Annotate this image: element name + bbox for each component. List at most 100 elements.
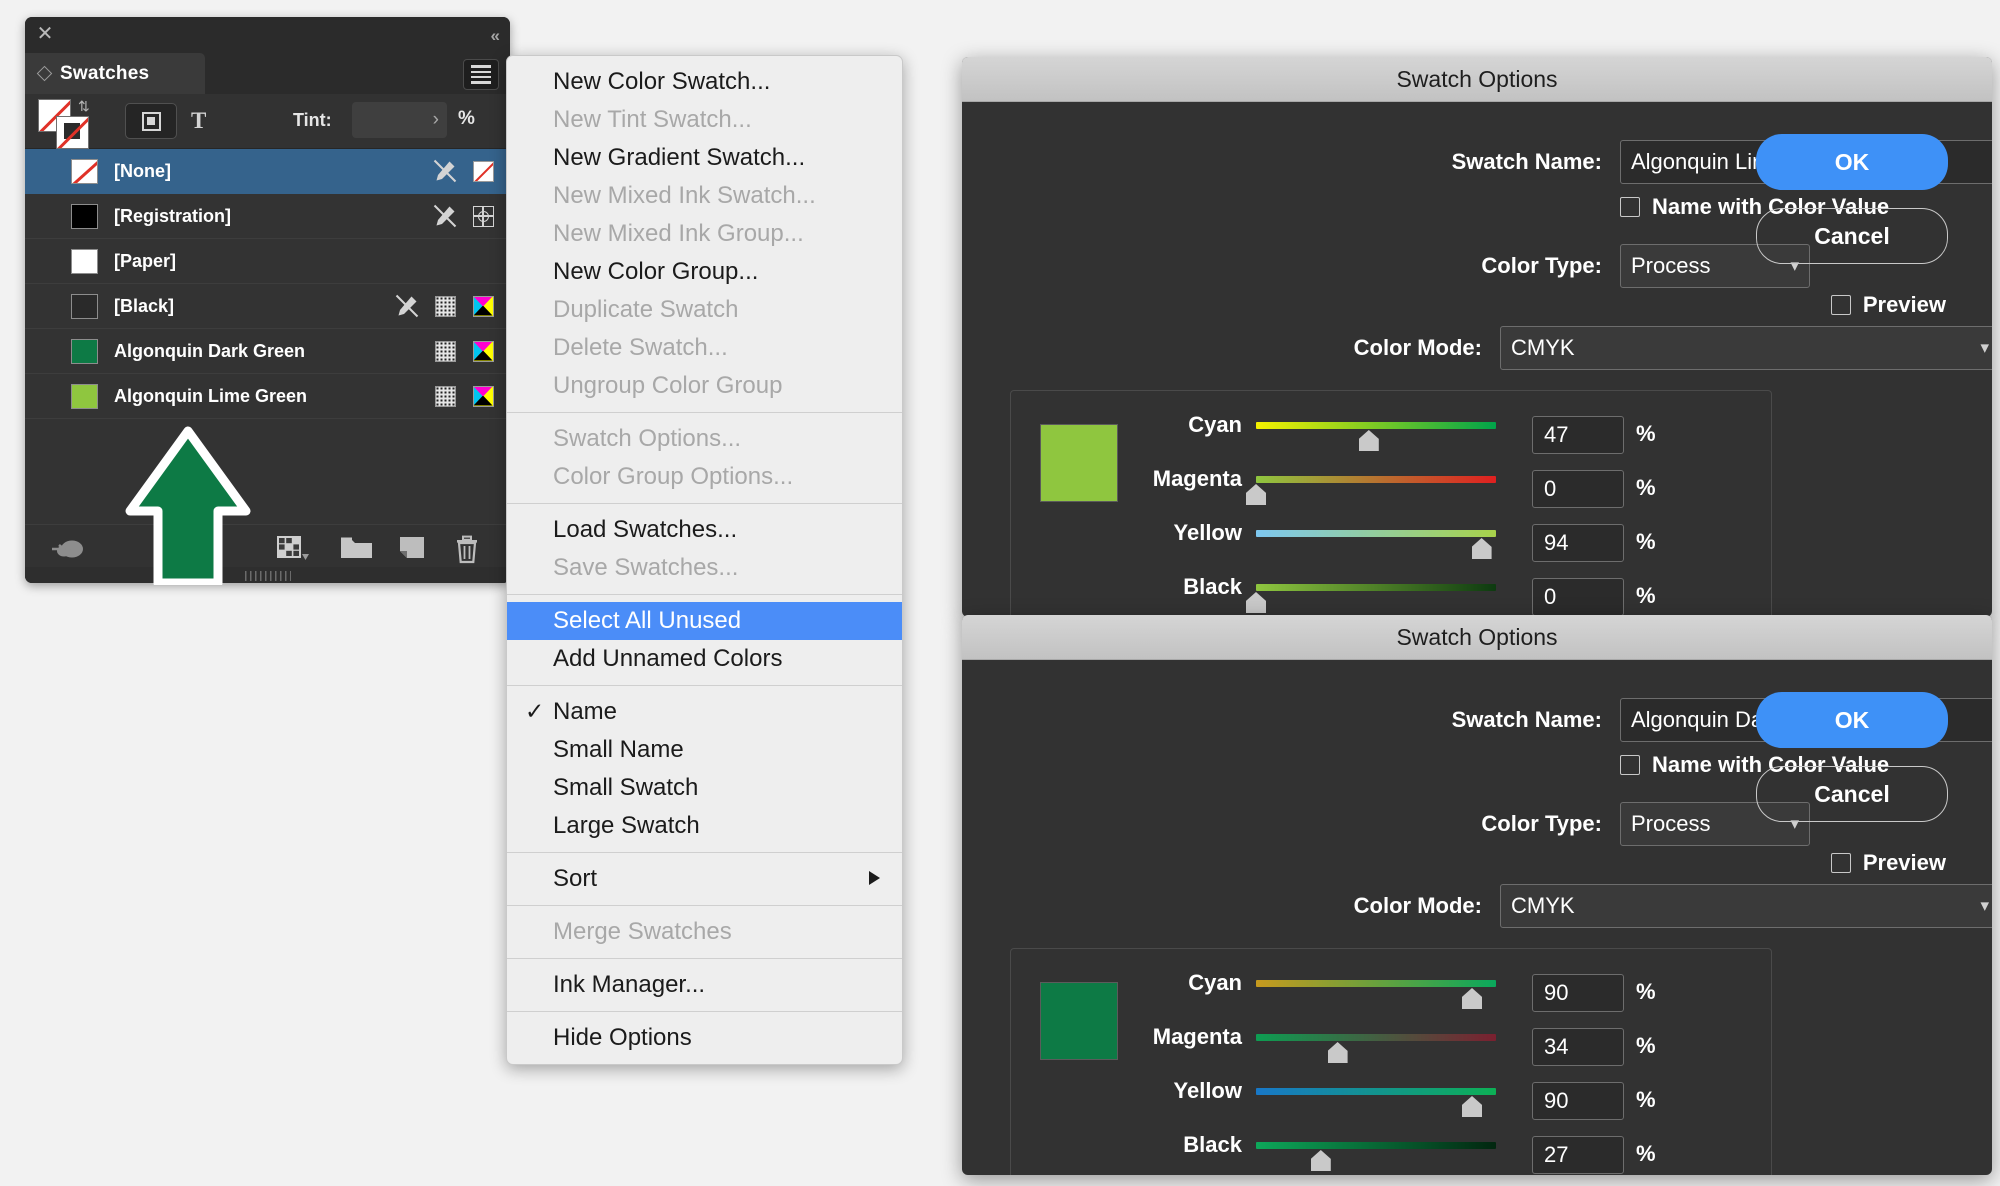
menu-item-large-swatch[interactable]: Large Swatch xyxy=(507,807,902,845)
menu-item-add-unnamed-colors[interactable]: Add Unnamed Colors xyxy=(507,640,902,678)
menu-item-new-gradient-swatch[interactable]: New Gradient Swatch... xyxy=(507,139,902,177)
name-with-color-value-checkbox[interactable] xyxy=(1620,197,1640,217)
slider-track[interactable] xyxy=(1256,530,1496,537)
preview-label: Preview xyxy=(1862,292,1946,317)
panel-title: Swatches xyxy=(60,62,150,84)
color-type-value: Process xyxy=(1631,253,1711,278)
tint-input[interactable]: › xyxy=(352,102,447,138)
swap-fill-stroke-icon[interactable]: ⇅ xyxy=(78,99,90,113)
slider-thumb[interactable] xyxy=(1310,1150,1331,1171)
swatch-color-chip[interactable] xyxy=(71,158,98,184)
menu-item-small-swatch[interactable]: Small Swatch xyxy=(507,769,902,807)
channel-value-input[interactable]: 90 xyxy=(1532,1082,1624,1120)
slider-track[interactable] xyxy=(1256,980,1496,987)
color-channel-row: Yellow 94 % xyxy=(1092,520,1656,564)
slider-track[interactable] xyxy=(1256,476,1496,483)
menu-item-ink-manager[interactable]: Ink Manager... xyxy=(507,966,902,1004)
channel-value-input[interactable]: 27 xyxy=(1532,1136,1624,1174)
channel-slider[interactable] xyxy=(1256,530,1496,559)
panel-resize-scrollbar[interactable] xyxy=(25,567,510,583)
menu-item-small-name[interactable]: Small Name xyxy=(507,731,902,769)
slider-track[interactable] xyxy=(1256,1142,1496,1149)
menu-item-new-color-group[interactable]: New Color Group... xyxy=(507,253,902,291)
show-swatch-kinds-button[interactable] xyxy=(276,535,310,565)
preview-checkbox[interactable] xyxy=(1830,295,1851,315)
slider-thumb[interactable] xyxy=(1246,484,1266,505)
no-edit-pen-icon xyxy=(388,284,426,328)
formatting-affects-container-icon[interactable] xyxy=(125,103,177,139)
menu-item-label: Add Unnamed Colors xyxy=(553,645,783,672)
swatch-row[interactable]: [Black] xyxy=(25,284,510,329)
formatting-affects-text-icon[interactable]: T xyxy=(191,108,206,134)
delete-swatch-button[interactable] xyxy=(453,535,481,565)
slider-track[interactable] xyxy=(1256,422,1496,429)
color-mode-select[interactable]: CMYK ▾ xyxy=(1500,326,1992,370)
tab-swatches[interactable]: Swatches xyxy=(25,53,205,94)
slider-track[interactable] xyxy=(1256,1034,1496,1041)
preview-checkbox[interactable] xyxy=(1830,853,1851,873)
channel-slider[interactable] xyxy=(1256,1088,1496,1117)
color-mode-select[interactable]: CMYK ▾ xyxy=(1500,884,1992,928)
color-channel-row: Yellow 90 % xyxy=(1092,1078,1656,1122)
swatch-row[interactable]: [Registration] xyxy=(25,194,510,239)
name-with-color-value-checkbox[interactable] xyxy=(1620,755,1640,775)
slider-thumb[interactable] xyxy=(1327,1042,1348,1063)
preview-label: Preview xyxy=(1862,850,1946,875)
color-channel-row: Black 0 % xyxy=(1092,574,1656,617)
fill-stroke-none-icon[interactable]: ⇅ xyxy=(38,99,96,149)
channel-slider[interactable] xyxy=(1256,1142,1496,1171)
swatch-name-label: [None] xyxy=(114,160,171,181)
ok-button[interactable]: OK xyxy=(1756,134,1948,190)
swatch-row[interactable]: Algonquin Dark Green xyxy=(25,329,510,374)
slider-thumb[interactable] xyxy=(1358,430,1379,451)
swatch-name-label: [Registration] xyxy=(114,205,231,226)
menu-item-name[interactable]: ✓ Name xyxy=(507,693,902,731)
channel-slider[interactable] xyxy=(1246,584,1496,613)
channel-slider[interactable] xyxy=(1246,476,1496,505)
menu-item-new-color-swatch[interactable]: New Color Swatch... xyxy=(507,63,902,101)
swatch-list-empty-area xyxy=(25,419,510,525)
swatch-row[interactable]: [None] xyxy=(25,149,510,194)
ok-button[interactable]: OK xyxy=(1756,692,1948,748)
new-color-group-button[interactable] xyxy=(340,535,374,561)
none-swatch-icon xyxy=(464,149,502,193)
menu-item-label: Color Group Options... xyxy=(553,463,794,490)
channel-slider[interactable] xyxy=(1256,422,1496,451)
menu-item-hide-options[interactable]: Hide Options xyxy=(507,1019,902,1057)
channel-slider[interactable] xyxy=(1256,980,1496,1009)
cancel-button[interactable]: Cancel xyxy=(1756,766,1948,822)
swatch-color-chip[interactable] xyxy=(71,293,98,319)
channel-value-input[interactable]: 47 xyxy=(1532,416,1624,454)
channel-value-input[interactable]: 94 xyxy=(1532,524,1624,562)
chevron-right-icon[interactable]: › xyxy=(433,109,439,131)
swatch-color-chip[interactable] xyxy=(71,248,98,274)
stroke-box[interactable] xyxy=(56,116,89,149)
hamburger-menu-icon[interactable] xyxy=(463,59,499,90)
slider-track[interactable] xyxy=(1256,1088,1496,1095)
channel-value-input[interactable]: 0 xyxy=(1532,470,1624,508)
channel-value-input[interactable]: 90 xyxy=(1532,974,1624,1012)
slider-thumb[interactable] xyxy=(1462,988,1482,1009)
swatch-row[interactable]: [Paper] xyxy=(25,239,510,284)
swatch-color-chip[interactable] xyxy=(71,383,98,409)
cancel-button[interactable]: Cancel xyxy=(1756,208,1948,264)
new-swatch-button[interactable] xyxy=(398,535,428,563)
menu-item-load-swatches[interactable]: Load Swatches... xyxy=(507,511,902,549)
slider-track[interactable] xyxy=(1256,584,1496,591)
channel-slider[interactable] xyxy=(1256,1034,1496,1063)
menu-item-sort[interactable]: Sort xyxy=(507,860,902,898)
double-chevron-left-icon[interactable]: « xyxy=(491,26,501,46)
channel-value-input[interactable]: 34 xyxy=(1532,1028,1624,1066)
slider-thumb[interactable] xyxy=(1462,1096,1482,1117)
color-type-label: Color Type: xyxy=(1481,253,1602,278)
channel-value-input[interactable]: 0 xyxy=(1532,578,1624,616)
slider-thumb[interactable] xyxy=(1246,592,1266,613)
close-icon[interactable]: ✕ xyxy=(34,24,56,46)
swatch-color-chip[interactable] xyxy=(71,338,98,364)
add-to-cc-library-button[interactable] xyxy=(51,535,85,561)
slider-thumb[interactable] xyxy=(1471,538,1492,559)
swatch-row[interactable]: Algonquin Lime Green xyxy=(25,374,510,419)
channel-label: Yellow xyxy=(1173,1078,1242,1103)
menu-item-select-all-unused[interactable]: Select All Unused xyxy=(507,602,902,640)
swatch-color-chip[interactable] xyxy=(71,203,98,229)
